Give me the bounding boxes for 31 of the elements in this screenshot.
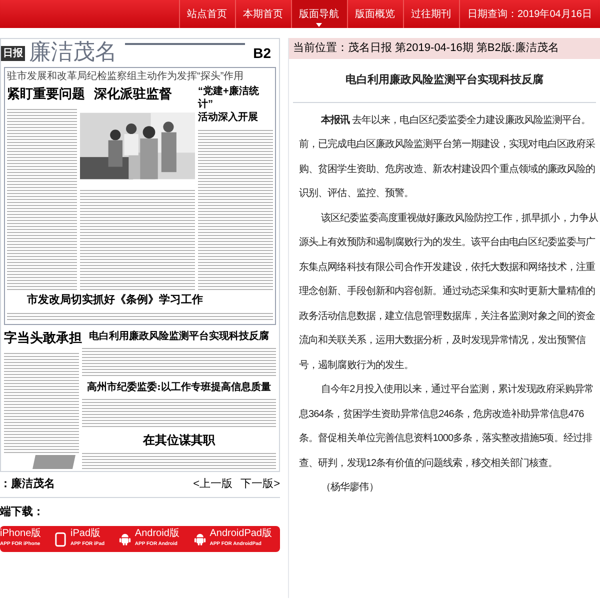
headline: 活动深入开展 bbox=[198, 111, 259, 124]
nav-tab[interactable]: 版面概览 bbox=[346, 0, 402, 28]
download-label: 端下载： bbox=[0, 504, 45, 520]
article-paragraph: （杨华廖伟） bbox=[320, 480, 378, 495]
section-title: 廉洁茂名 bbox=[29, 42, 117, 64]
date-query-link[interactable]: 日期查询：2019年04月16日 bbox=[458, 0, 600, 28]
banner-icon bbox=[32, 455, 76, 469]
nav-tab[interactable]: 过往期刊 bbox=[402, 0, 458, 28]
breadcrumb: 当前位置：茂名日报 第2019-04-16期 第B2版:廉洁茂名 bbox=[289, 38, 600, 59]
nav-tab[interactable]: 版面导航 bbox=[290, 0, 346, 28]
headline: 在其位谋其职 bbox=[142, 432, 216, 449]
article-paragraph: 该区纪委监委高度重视做好廉政风险防控工作，抓早抓小，力争从 源头上有效预防和遏制腐败行为的发生。该平台由电白区纪委监委与广 东集点网络科技有限公司合作开发建设，依托大数据和网络技术，注重 理念创新、手段创新和内容创新。通过动态采集和实时更新大量精准的 政务活动信息数据，建立信息管理数据库，关注各监测对象之间的资金 流向和关联关系，运用大数据分析，及时发现异常情况，发出预警信 号，遏制腐败行为的发生。 bbox=[299, 212, 598, 372]
page-number: B2 bbox=[253, 44, 271, 62]
article-title: 电白利用廉政风险监测平台实现科技反腐 bbox=[293, 59, 596, 102]
android-icon bbox=[118, 532, 131, 546]
next-page-link[interactable]: 下一版> bbox=[240, 476, 280, 493]
article-subtitle: 驻市发展和改革局纪检监察组主动作为发挥“探头”作用 bbox=[7, 70, 244, 83]
headline: 市发改局切实抓好《条例》学习工作 bbox=[26, 292, 204, 308]
headline: 电白利用廉政风险监测平台实现科技反腐 bbox=[88, 329, 270, 344]
selected-indicator-icon bbox=[316, 23, 322, 27]
article-paragraph: 自今年2月投入使用以来，通过平台监测，累计发现政府采购异常 息364条，贫困学生资助异常信息246条，危房改造补助异常信息476 条。督促相关单位完善信息资料1000多条，落实整改措施5项。经过排 查、研判，发现12条有价值的问题线索，移交相关部门核查。 bbox=[299, 382, 594, 470]
android-icon bbox=[194, 532, 206, 546]
headline: “党建+廉洁统计” bbox=[198, 85, 260, 111]
previous-page-link[interactable]: <上一版 bbox=[193, 476, 233, 493]
masthead-logo: 日报 bbox=[1, 46, 25, 60]
nav-tab[interactable]: 站点首页 bbox=[178, 0, 234, 28]
headline: 紧盯重要问题 深化派驻监督 bbox=[7, 86, 172, 104]
article-paragraph: 本报讯 去年以来，电白区纪委监委全力建设廉政风险监测平台。 前，已完成电白区廉政风险监测平台第一期建设，实现对电白区政府采 购、贫困学生资助、危房改造、新农村建设四个重点领域的廉政风险的 识别、评估、监控、预警。 bbox=[299, 114, 596, 201]
page-name: ：廉洁茂名 bbox=[0, 476, 55, 492]
tablet-icon bbox=[55, 532, 66, 546]
headline: 高州市纪委监委:以工作专班提高信息质量 bbox=[86, 380, 272, 395]
